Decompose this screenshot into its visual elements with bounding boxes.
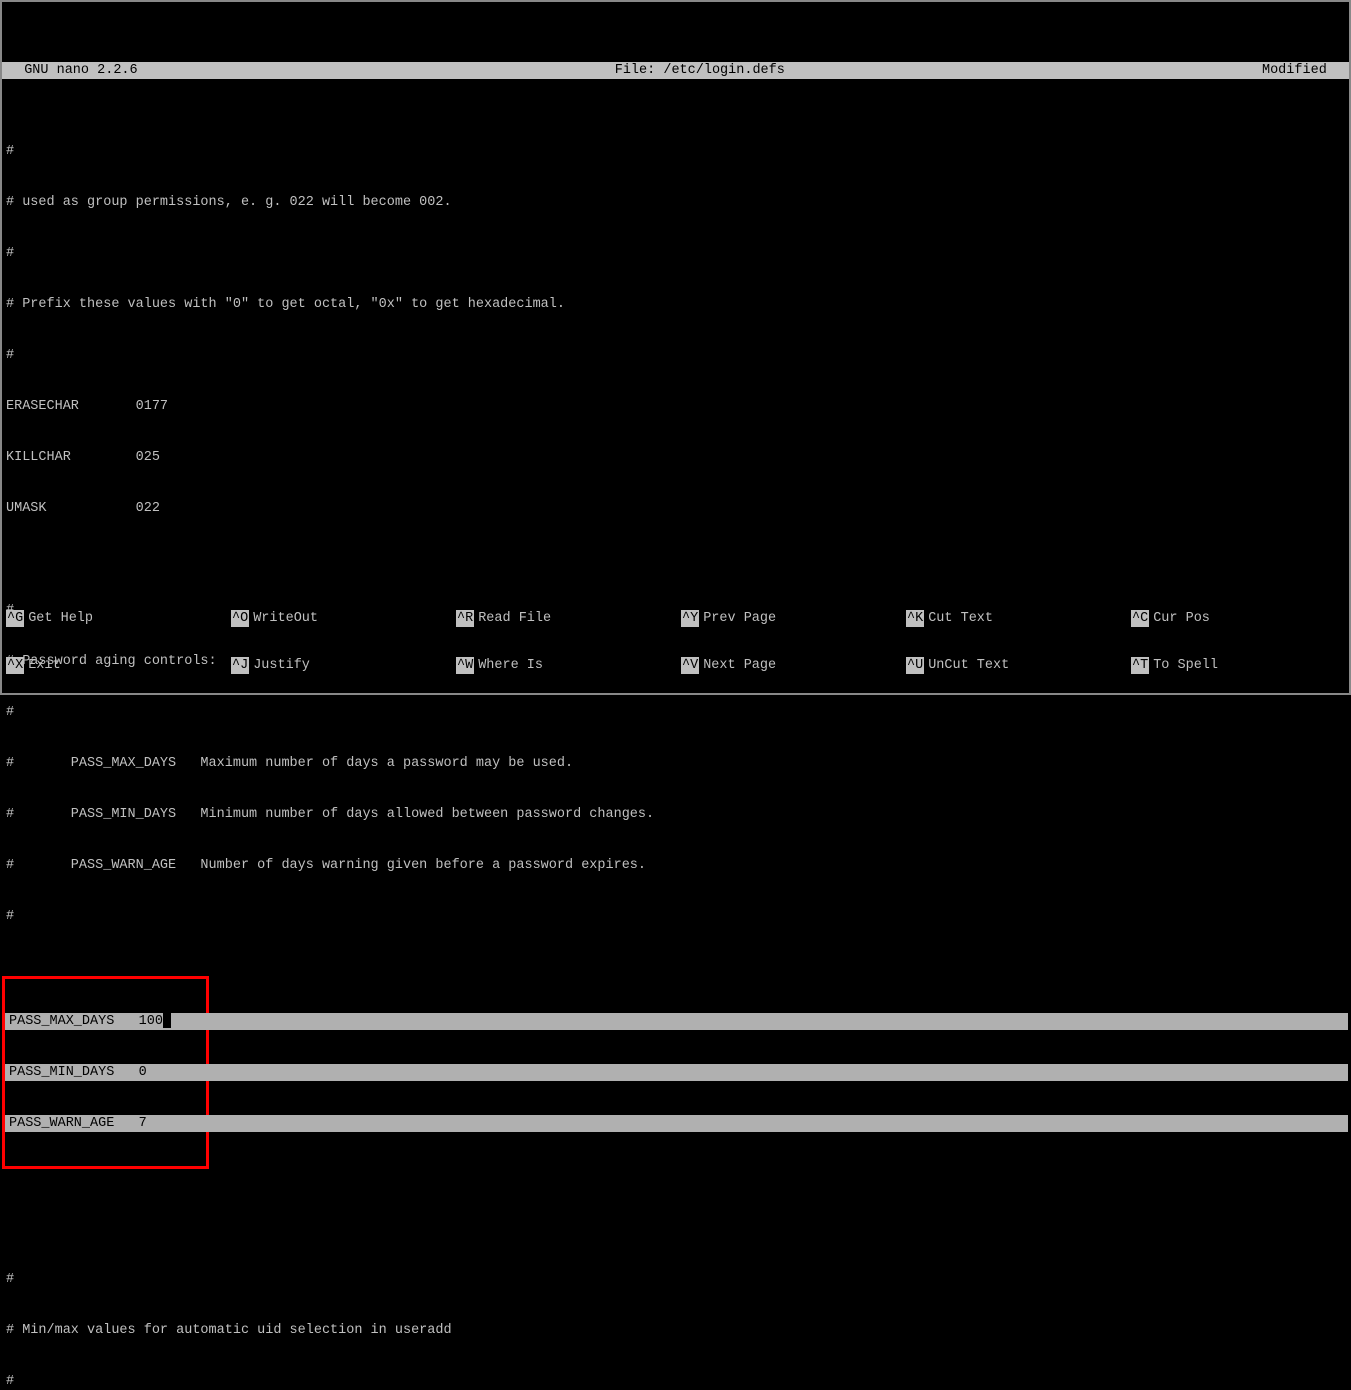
- shortcut-uncuttext[interactable]: ^UUnCut Text: [906, 657, 1131, 674]
- key-label: ^V: [681, 657, 699, 674]
- shortcut-label: Get Help: [28, 610, 93, 627]
- shortcut-writeout[interactable]: ^OWriteOut: [231, 610, 456, 627]
- shortcut-label: Prev Page: [703, 610, 776, 627]
- text-line: #: [6, 245, 1345, 262]
- modified-status: Modified: [1262, 62, 1343, 79]
- text-line: # PASS_MAX_DAYS Maximum number of days a…: [6, 755, 1345, 772]
- shortcut-row-1: ^GGet Help ^OWriteOut ^RRead File ^YPrev…: [6, 610, 1345, 627]
- shortcut-label: Justify: [253, 657, 310, 674]
- shortcut-label: Cur Pos: [1153, 610, 1210, 627]
- shortcut-exit[interactable]: ^XExit: [6, 657, 231, 674]
- file-path: File: /etc/login.defs: [138, 62, 1262, 79]
- shortcut-label: Where Is: [478, 657, 543, 674]
- shortcut-label: Cut Text: [928, 610, 993, 627]
- title-bar: GNU nano 2.2.6 File: /etc/login.defs Mod…: [2, 62, 1349, 79]
- text-line: UMASK 022: [6, 500, 1345, 517]
- app-name: GNU nano 2.2.6: [8, 62, 138, 79]
- text-line: KILLCHAR 025: [6, 449, 1345, 466]
- text-line: [6, 551, 1345, 568]
- shortcut-justify[interactable]: ^JJustify: [231, 657, 456, 674]
- text-line: #: [6, 1373, 1345, 1390]
- key-label: ^U: [906, 657, 924, 674]
- key-label: ^O: [231, 610, 249, 627]
- text-line: #: [6, 704, 1345, 721]
- annotation-box: PASS_MAX_DAYS 100 PASS_MIN_DAYS 0 PASS_W…: [2, 976, 209, 1169]
- text-line: #: [6, 1271, 1345, 1288]
- shortcut-readfile[interactable]: ^RRead File: [456, 610, 681, 627]
- text-line: [6, 1220, 1345, 1237]
- shortcut-prevpage[interactable]: ^YPrev Page: [681, 610, 906, 627]
- key-label: ^C: [1131, 610, 1149, 627]
- key-label: ^X: [6, 657, 24, 674]
- shortcut-label: Read File: [478, 610, 551, 627]
- text-line: # used as group permissions, e. g. 022 w…: [6, 194, 1345, 211]
- key-label: ^K: [906, 610, 924, 627]
- shortcut-cuttext[interactable]: ^KCut Text: [906, 610, 1131, 627]
- shortcut-row-2: ^XExit ^JJustify ^WWhere Is ^VNext Page …: [6, 657, 1345, 674]
- text-line: # Prefix these values with "0" to get oc…: [6, 296, 1345, 313]
- key-label: ^W: [456, 657, 474, 674]
- text-line: # Min/max values for automatic uid selec…: [6, 1322, 1345, 1339]
- pass-max-days: PASS_MAX_DAYS 100: [9, 1014, 163, 1029]
- shortcut-curpos[interactable]: ^CCur Pos: [1131, 610, 1351, 627]
- shortcut-tospell[interactable]: ^TTo Spell: [1131, 657, 1351, 674]
- key-label: ^J: [231, 657, 249, 674]
- key-label: ^T: [1131, 657, 1149, 674]
- cursor: [163, 1013, 171, 1028]
- text-line: ERASECHAR 0177: [6, 398, 1345, 415]
- key-label: ^G: [6, 610, 24, 627]
- shortcut-whereis[interactable]: ^WWhere Is: [456, 657, 681, 674]
- shortcut-label: WriteOut: [253, 610, 318, 627]
- text-line: #: [6, 347, 1345, 364]
- shortcut-label: Exit: [28, 657, 60, 674]
- key-label: ^R: [456, 610, 474, 627]
- highlighted-line: PASS_MIN_DAYS 0: [5, 1064, 1348, 1081]
- key-label: ^Y: [681, 610, 699, 627]
- highlighted-line: PASS_WARN_AGE 7: [5, 1115, 1348, 1132]
- text-line: #: [6, 143, 1345, 160]
- editor-content[interactable]: # # used as group permissions, e. g. 022…: [2, 109, 1349, 1390]
- text-line: #: [6, 908, 1345, 925]
- text-line: # PASS_WARN_AGE Number of days warning g…: [6, 857, 1345, 874]
- shortcut-help[interactable]: ^GGet Help: [6, 610, 231, 627]
- highlighted-line: PASS_MAX_DAYS 100: [5, 1013, 1348, 1030]
- shortcut-label: UnCut Text: [928, 657, 1009, 674]
- shortcut-label: To Spell: [1153, 657, 1218, 674]
- text-line: # PASS_MIN_DAYS Minimum number of days a…: [6, 806, 1345, 823]
- shortcut-bar: ^GGet Help ^OWriteOut ^RRead File ^YPrev…: [2, 580, 1349, 689]
- shortcut-label: Next Page: [703, 657, 776, 674]
- shortcut-nextpage[interactable]: ^VNext Page: [681, 657, 906, 674]
